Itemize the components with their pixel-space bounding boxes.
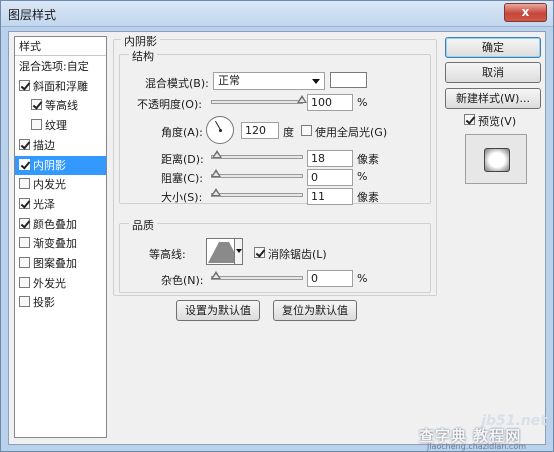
- style-list-item[interactable]: 等高线: [15, 96, 106, 115]
- global-light-label: 使用全局光(G): [315, 126, 388, 139]
- style-list-item[interactable]: 外发光: [15, 274, 106, 293]
- style-list-item[interactable]: 混合选项:自定: [15, 57, 106, 76]
- new-style-button[interactable]: 新建样式(W)...: [445, 88, 541, 109]
- blend-color-swatch[interactable]: [330, 72, 367, 88]
- blend-mode-select[interactable]: 正常: [213, 72, 325, 90]
- size-label: 大小(S):: [161, 191, 203, 204]
- style-list-item-label: 外发光: [33, 276, 66, 290]
- preview-thumbnail: [484, 148, 510, 172]
- ok-button[interactable]: 确定: [445, 37, 541, 58]
- distance-input[interactable]: 18: [307, 150, 353, 167]
- contour-dropdown-button[interactable]: [234, 238, 243, 265]
- style-list-item[interactable]: 光泽: [15, 195, 106, 214]
- make-default-button[interactable]: 设置为默认值: [176, 300, 260, 321]
- style-checkbox[interactable]: [19, 217, 30, 229]
- style-checkbox[interactable]: [19, 237, 30, 249]
- close-button[interactable]: x: [504, 3, 547, 22]
- size-slider[interactable]: [210, 188, 303, 197]
- layer-style-dialog: 图层样式 x 样式 混合选项:自定 斜面和浮雕 等高线 纹理 描边 内阴影 内发光 光泽 颜色叠…: [0, 0, 554, 452]
- style-list-item-label: 内发光: [33, 178, 66, 192]
- style-checkbox[interactable]: [31, 99, 42, 111]
- choke-unit: %: [357, 170, 368, 183]
- choke-label: 阻塞(C):: [161, 172, 203, 185]
- style-list-item[interactable]: 内发光: [15, 175, 106, 194]
- noise-input[interactable]: 0: [307, 270, 353, 287]
- style-list-header[interactable]: 样式: [15, 37, 106, 56]
- style-list-item-label: 颜色叠加: [33, 217, 77, 231]
- choke-input[interactable]: 0: [307, 169, 353, 186]
- opacity-slider-thumb[interactable]: [297, 95, 307, 104]
- blend-mode-label: 混合模式(B):: [145, 77, 209, 90]
- global-light-checkbox[interactable]: [301, 125, 312, 136]
- choke-slider[interactable]: [211, 169, 303, 178]
- style-checkbox[interactable]: [19, 296, 30, 308]
- title-bar[interactable]: 图层样式 x: [1, 1, 553, 27]
- style-checkbox[interactable]: [19, 276, 30, 288]
- style-list-item-label: 光泽: [33, 197, 55, 211]
- style-list: 样式 混合选项:自定斜面和浮雕等高线纹理描边内阴影内发光光泽颜色叠加渐变叠加图案…: [14, 36, 107, 438]
- window-title: 图层样式: [8, 8, 57, 22]
- size-slider-thumb[interactable]: [210, 188, 221, 197]
- style-list-item-label: 投影: [33, 296, 55, 310]
- antialias-checkbox[interactable]: [254, 247, 265, 258]
- style-list-item-label: 斜面和浮雕: [33, 79, 88, 93]
- style-checkbox[interactable]: [19, 158, 30, 170]
- opacity-unit: %: [357, 96, 368, 109]
- distance-unit: 像素: [357, 153, 379, 166]
- preview-label: 预览(V): [478, 115, 517, 128]
- style-list-item[interactable]: 斜面和浮雕: [15, 77, 106, 96]
- contour-label: 等高线:: [149, 248, 186, 261]
- angle-dial[interactable]: [206, 116, 234, 144]
- size-unit: 像素: [357, 191, 379, 204]
- angle-input[interactable]: 120: [241, 122, 279, 139]
- reset-default-button[interactable]: 复位为默认值: [273, 300, 357, 321]
- cancel-button[interactable]: 取消: [445, 62, 541, 83]
- style-checkbox[interactable]: [19, 138, 30, 150]
- angle-unit: 度: [283, 126, 294, 139]
- angle-label: 角度(A):: [161, 126, 203, 139]
- style-list-item-label: 描边: [33, 138, 55, 152]
- noise-label: 杂色(N):: [161, 274, 204, 287]
- distance-slider-thumb[interactable]: [212, 150, 223, 159]
- style-checkbox[interactable]: [19, 79, 30, 91]
- style-list-item-label: 混合选项:自定: [19, 60, 89, 73]
- style-list-item[interactable]: 图案叠加: [15, 254, 106, 273]
- style-list-item[interactable]: 内阴影: [15, 155, 106, 175]
- preview-checkbox[interactable]: [464, 114, 475, 125]
- style-list-item-label: 纹理: [45, 119, 67, 133]
- choke-slider-thumb[interactable]: [211, 169, 221, 178]
- structure-title: 结构: [129, 48, 157, 64]
- style-list-item-label: 图案叠加: [33, 257, 77, 270]
- style-list-item[interactable]: 颜色叠加: [15, 215, 106, 234]
- style-list-item[interactable]: 投影: [15, 293, 106, 312]
- opacity-label: 不透明度(O):: [137, 98, 202, 111]
- blend-mode-value: 正常: [218, 74, 240, 87]
- dialog-body: 样式 混合选项:自定 斜面和浮雕 等高线 纹理 描边 内阴影 内发光 光泽 颜色叠加 渐变叠加 图案…: [8, 31, 546, 445]
- antialias-label: 消除锯齿(L): [268, 248, 327, 261]
- style-list-item[interactable]: 描边: [15, 136, 106, 155]
- style-list-item[interactable]: 渐变叠加: [15, 234, 106, 253]
- style-list-item-label: 等高线: [45, 99, 78, 113]
- quality-title: 品质: [129, 217, 157, 233]
- distance-slider[interactable]: [211, 150, 303, 159]
- style-list-item-label: 内阴影: [33, 158, 66, 172]
- style-list-item-label: 渐变叠加: [33, 237, 77, 251]
- style-list-item[interactable]: 纹理: [15, 116, 106, 135]
- style-checkbox[interactable]: [19, 197, 30, 209]
- noise-unit: %: [357, 272, 368, 285]
- size-input[interactable]: 11: [307, 188, 353, 205]
- inner-shadow-title: 内阴影: [121, 33, 160, 49]
- style-checkbox[interactable]: [19, 257, 30, 268]
- style-checkbox[interactable]: [19, 178, 30, 190]
- distance-label: 距离(D):: [161, 153, 204, 166]
- noise-slider[interactable]: [211, 271, 303, 280]
- opacity-input[interactable]: 100: [307, 94, 353, 111]
- opacity-slider[interactable]: [211, 95, 307, 104]
- style-checkbox[interactable]: [31, 119, 42, 131]
- chevron-down-icon: [312, 79, 320, 84]
- style-preview: [465, 134, 527, 184]
- noise-slider-thumb[interactable]: [211, 271, 221, 280]
